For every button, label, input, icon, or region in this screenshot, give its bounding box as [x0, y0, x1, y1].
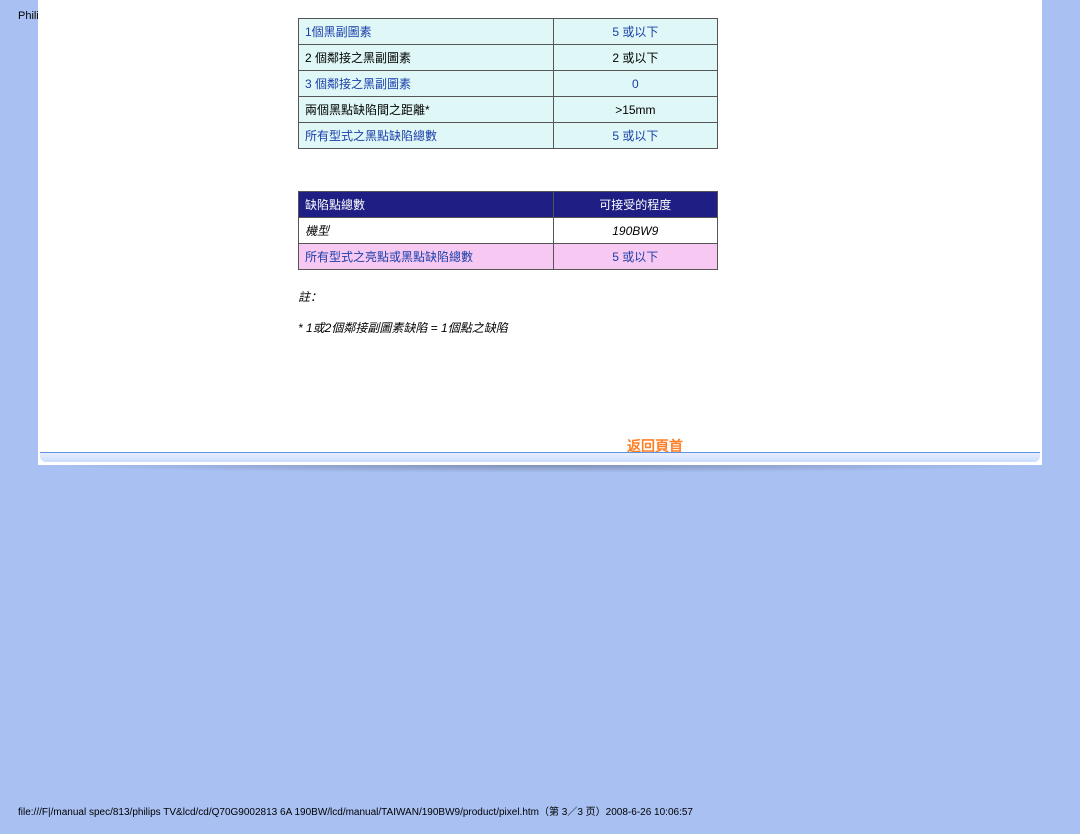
cell-label: 所有型式之黑點缺陷總數 — [299, 123, 553, 148]
note-line: * 1或2個鄰接副圖素缺陷 = 1個點之缺陷 — [298, 319, 1012, 336]
page-container: 1個黑副圖素 5 或以下 2 個鄰接之黑副圖素 2 或以下 3 個鄰接之黑副圖素… — [38, 0, 1042, 465]
table-row: 所有型式之黑點缺陷總數 5 或以下 — [299, 123, 717, 148]
cell-label: 3 個鄰接之黑副圖素 — [299, 71, 553, 96]
table-row: 所有型式之亮點或黑點缺陷總數 5 或以下 — [299, 244, 717, 269]
cell-label: 機型 — [299, 218, 553, 243]
table-row: 3 個鄰接之黑副圖素 0 — [299, 71, 717, 96]
content-main: 1個黑副圖素 5 或以下 2 個鄰接之黑副圖素 2 或以下 3 個鄰接之黑副圖素… — [298, 18, 1012, 458]
cell-value: 5 或以下 — [554, 244, 718, 269]
cell-label: 兩個黑點缺陷間之距離* — [299, 97, 553, 122]
table-row: 兩個黑點缺陷間之距離* >15mm — [299, 97, 717, 122]
notes-section: 註： * 1或2個鄰接副圖素缺陷 = 1個點之缺陷 — [298, 288, 1012, 336]
table-row: 機型 190BW9 — [299, 218, 717, 243]
page-footer-divider — [40, 452, 1040, 462]
cell-label: 1個黑副圖素 — [299, 19, 553, 44]
total-defect-table: 缺陷點總數 可接受的程度 機型 190BW9 所有型式之亮點或黑點缺陷總數 5 … — [298, 191, 718, 270]
cell-value: 190BW9 — [554, 218, 718, 243]
table-row: 2 個鄰接之黑副圖素 2 或以下 — [299, 45, 717, 70]
cell-value: 5 或以下 — [554, 19, 717, 44]
table-header-row: 缺陷點總數 可接受的程度 — [299, 192, 717, 217]
file-path-footer: file:///F|/manual spec/813/philips TV&lc… — [18, 803, 693, 818]
cell-label: 2 個鄰接之黑副圖素 — [299, 45, 553, 70]
header-right: 可接受的程度 — [554, 192, 718, 217]
table-row: 1個黑副圖素 5 或以下 — [299, 19, 717, 44]
header-left: 缺陷點總數 — [299, 192, 553, 217]
cell-value: 2 或以下 — [554, 45, 717, 70]
page-shadow — [38, 465, 1042, 473]
note-line: 註： — [298, 288, 1012, 305]
cell-value: >15mm — [554, 97, 717, 122]
cell-value: 5 或以下 — [554, 123, 717, 148]
cell-value: 0 — [554, 71, 717, 96]
black-dot-defect-table: 1個黑副圖素 5 或以下 2 個鄰接之黑副圖素 2 或以下 3 個鄰接之黑副圖素… — [298, 18, 718, 149]
content-inner: 1個黑副圖素 5 或以下 2 個鄰接之黑副圖素 2 或以下 3 個鄰接之黑副圖素… — [38, 0, 1042, 458]
cell-label: 所有型式之亮點或黑點缺陷總數 — [299, 244, 553, 269]
